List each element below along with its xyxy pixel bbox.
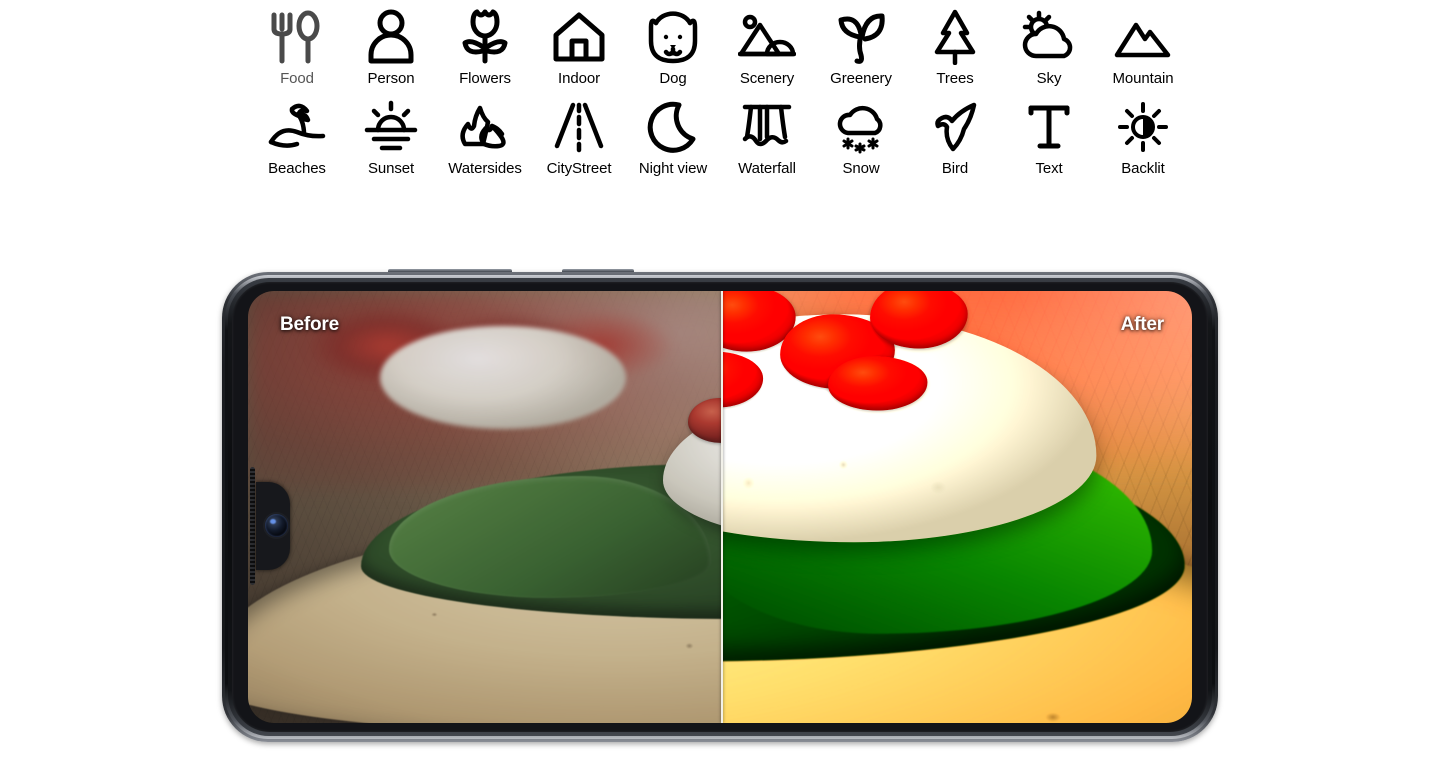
front-camera-icon (265, 514, 288, 537)
scene-label: Backlit (1121, 160, 1165, 177)
beach-umbrella-icon (265, 96, 329, 158)
tomato-pieces (721, 291, 1009, 411)
front-camera-notch (256, 482, 290, 570)
crescent-moon-icon (641, 96, 705, 158)
scene-label: Waterfall (738, 160, 796, 177)
scene-label: Beaches (268, 160, 326, 177)
scene-item-sunset[interactable]: Sunset (344, 96, 438, 178)
before-after-divider[interactable] (720, 291, 723, 723)
earpiece-speaker (250, 467, 255, 585)
sun-cloud-icon (1017, 6, 1081, 68)
before-after-photo: Before After (248, 291, 1192, 723)
tulip-icon (453, 6, 517, 68)
road-icon (547, 96, 611, 158)
backlit-sun-icon (1111, 96, 1175, 158)
scene-label: Bird (941, 160, 969, 177)
scene-item-person[interactable]: Person (344, 6, 438, 88)
scene-label: Dog (659, 70, 687, 87)
phone-device: Before After (222, 269, 1218, 742)
scene-label: Sky (1036, 70, 1062, 87)
scene-item-beaches[interactable]: Beaches (250, 96, 344, 178)
scene-item-text[interactable]: Text (1002, 96, 1096, 178)
scene-optimizer-page: Food Person Flowers Indoor Dog Scenery G… (0, 0, 1440, 760)
scene-item-greenery[interactable]: Greenery (814, 6, 908, 88)
pine-tree-icon (923, 6, 987, 68)
text-t-icon (1017, 96, 1081, 158)
scene-label: Trees (936, 70, 974, 87)
scene-label: Greenery (830, 70, 892, 87)
scene-item-watersides[interactable]: Watersides (438, 96, 532, 178)
scene-item-scenery[interactable]: Scenery (720, 6, 814, 88)
sunset-icon (359, 96, 423, 158)
scene-item-flowers[interactable]: Flowers (438, 6, 532, 88)
scene-label: Sunset (367, 160, 415, 177)
after-label: After (1120, 314, 1165, 335)
photo-after-half (721, 291, 1192, 723)
water-waves-icon (453, 96, 517, 158)
scene-item-backlit[interactable]: Backlit (1096, 96, 1190, 178)
ricotta-background (380, 325, 626, 430)
landscape-icon (735, 6, 799, 68)
scene-item-food[interactable]: Food (250, 6, 344, 88)
scene-label: Flowers (459, 70, 511, 87)
before-label: Before (280, 314, 339, 335)
scene-label: Person (367, 70, 415, 87)
snow-cloud-icon (829, 96, 893, 158)
scene-label: Text (1035, 160, 1063, 177)
food-photo-before (248, 291, 722, 723)
scene-label: Indoor (558, 70, 600, 87)
scene-item-bird[interactable]: Bird (908, 96, 1002, 178)
scene-label: Snow (842, 160, 880, 177)
scene-item-mountain[interactable]: Mountain (1096, 6, 1190, 88)
scene-label: Night view (638, 160, 708, 177)
scene-item-dog[interactable]: Dog (626, 6, 720, 88)
person-icon (359, 6, 423, 68)
scene-label: CityStreet (546, 160, 612, 177)
dog-icon (641, 6, 705, 68)
phone-screen[interactable]: Before After (248, 291, 1192, 723)
cutlery-icon (265, 6, 329, 68)
food-photo-after (721, 291, 1192, 723)
house-icon (547, 6, 611, 68)
scene-item-snow[interactable]: Snow (814, 96, 908, 178)
waterfall-icon (735, 96, 799, 158)
tomato-pieces (682, 369, 722, 455)
scene-label: Watersides (448, 160, 522, 177)
scene-label: Scenery (739, 70, 795, 87)
scene-item-waterfall[interactable]: Waterfall (720, 96, 814, 178)
scene-item-citystreet[interactable]: CityStreet (532, 96, 626, 178)
scene-label: Food (280, 70, 314, 87)
scene-optimizer-grid: Food Person Flowers Indoor Dog Scenery G… (0, 0, 1440, 178)
photo-before-half (248, 291, 722, 723)
scene-item-sky[interactable]: Sky (1002, 6, 1096, 88)
scene-item-nightview[interactable]: Night view (626, 96, 720, 178)
scene-item-indoor[interactable]: Indoor (532, 6, 626, 88)
leaf-sprout-icon (829, 6, 893, 68)
bird-icon (923, 96, 987, 158)
scene-row-1: Food Person Flowers Indoor Dog Scenery G… (0, 6, 1440, 88)
scene-row-2: Beaches Sunset Watersides CityStreet Nig… (0, 96, 1440, 178)
mountain-icon (1111, 6, 1175, 68)
scene-label: Mountain (1112, 70, 1174, 87)
scene-item-trees[interactable]: Trees (908, 6, 1002, 88)
